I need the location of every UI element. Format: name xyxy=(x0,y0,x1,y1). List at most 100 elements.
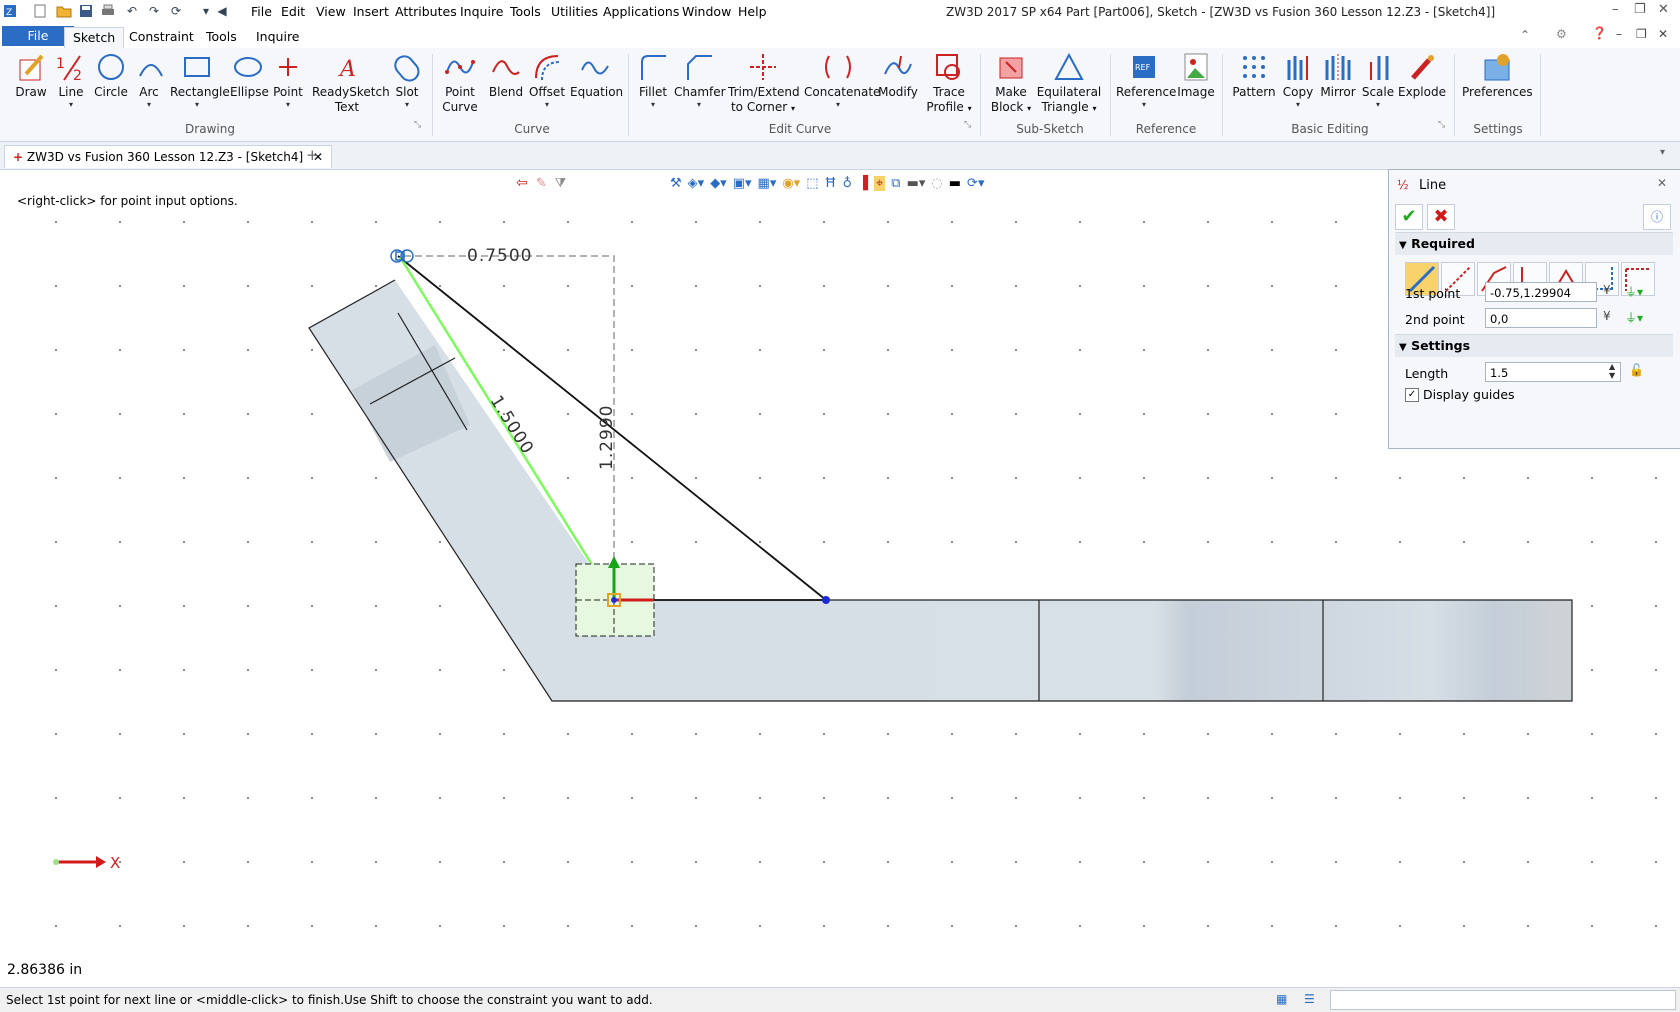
menu-insert[interactable]: Insert xyxy=(353,4,389,19)
mirror-button[interactable]: Mirror xyxy=(1318,52,1358,100)
document-tab[interactable]: + ZW3D vs Fusion 360 Lesson 12.Z3 - [Ske… xyxy=(4,145,333,168)
open-folder-icon[interactable] xyxy=(56,3,72,19)
circle-button[interactable]: Circle xyxy=(94,52,128,100)
dim-horizontal[interactable]: 0.7500 xyxy=(467,246,532,266)
point-button[interactable]: Point ▾ xyxy=(272,52,304,109)
first-point-options-icon[interactable]: ¥ xyxy=(1603,283,1611,297)
exit-sketch-icon[interactable]: ⇦ xyxy=(516,175,528,191)
menu-applications[interactable]: Applications xyxy=(603,4,679,19)
command-input[interactable] xyxy=(1330,990,1676,1010)
menu-window[interactable]: Window xyxy=(682,4,731,19)
line-style-icon[interactable]: ▬ xyxy=(949,176,961,191)
modify-button[interactable]: Modify xyxy=(878,52,918,100)
tab-sketch[interactable]: Sketch xyxy=(64,27,125,49)
trace-profile-button[interactable]: Trace Profile ▾ xyxy=(924,52,974,116)
fillet-button[interactable]: Fillet ▾ xyxy=(636,52,670,109)
layer-icon[interactable]: ⧉ xyxy=(891,176,900,191)
slot-button[interactable]: Slot ▾ xyxy=(392,52,422,109)
rectangle-button[interactable]: Rectangle ▾ xyxy=(170,52,230,109)
line-button[interactable]: 12 Line ▾ xyxy=(56,52,86,109)
copy-button[interactable]: Copy ▾ xyxy=(1280,52,1316,109)
undo-icon[interactable]: ↶ xyxy=(124,3,140,19)
edit-curve-settings-icon[interactable]: ⤡ xyxy=(964,120,971,130)
tab-tools[interactable]: Tools xyxy=(198,27,245,47)
image-button[interactable]: Image xyxy=(1176,52,1216,100)
chamfer-button[interactable]: Chamfer ▾ xyxy=(674,52,726,109)
equilateral-triangle-button[interactable]: Equilateral Triangle ▾ xyxy=(1036,52,1102,116)
reference-button[interactable]: REF Reference ▾ xyxy=(1116,52,1176,109)
constraint-toggle-icon[interactable]: ♁ xyxy=(842,176,852,191)
first-point-input[interactable]: -0.75,1.29904 xyxy=(1485,282,1597,302)
length-spinner[interactable]: ▲ ▼ xyxy=(1609,362,1615,380)
make-block-button[interactable]: Make Block ▾ xyxy=(990,52,1032,116)
tab-constraint[interactable]: Constraint xyxy=(121,27,202,47)
collapse-ribbon-icon[interactable]: ⌃ xyxy=(1520,28,1530,42)
length-input[interactable]: 1.5 xyxy=(1485,362,1621,382)
menu-utilities[interactable]: Utilities xyxy=(551,4,598,19)
scale-button[interactable]: Scale ▾ xyxy=(1360,52,1396,109)
tab-inquire[interactable]: Inquire xyxy=(248,27,308,47)
trim-extend-button[interactable]: Trim/Extend to Corner ▾ xyxy=(728,52,800,116)
menu-inquire[interactable]: Inquire xyxy=(460,4,504,19)
menu-attributes[interactable]: Attributes xyxy=(395,4,457,19)
help-icon[interactable]: ❓ xyxy=(1592,26,1607,40)
cancel-button[interactable]: ✖ xyxy=(1427,204,1455,230)
new-file-icon[interactable] xyxy=(32,3,48,19)
menu-tools[interactable]: Tools xyxy=(510,4,541,19)
readysketch-text-button[interactable]: A ReadySketch Text xyxy=(312,52,390,115)
tab-list-icon[interactable]: ▾ xyxy=(1660,147,1665,158)
back-arrow-icon[interactable]: ◀ xyxy=(214,3,230,19)
fit-icon[interactable]: ⬚ xyxy=(806,176,818,191)
grid-icon[interactable]: ▦▾ xyxy=(758,176,777,191)
spin-icon[interactable]: ⟳ xyxy=(168,3,184,19)
first-point-pick-icon[interactable]: ⏚▾ xyxy=(1625,283,1643,300)
status-list-icon[interactable]: ☰ xyxy=(1304,992,1315,1006)
section-icon[interactable]: ◌ xyxy=(931,176,942,191)
display-guides-checkbox[interactable]: ✓ xyxy=(1405,388,1419,402)
offset-button[interactable]: Offset ▾ xyxy=(528,52,566,109)
quick-access-dropdown-icon[interactable]: ▾ xyxy=(198,3,214,19)
print-icon[interactable] xyxy=(100,3,116,19)
eraser-icon[interactable]: ✎ xyxy=(536,176,547,191)
render-icon[interactable]: ▬▾ xyxy=(907,176,926,191)
view-cube-icon[interactable]: ◈▾ xyxy=(688,176,705,191)
second-point-input[interactable]: 0,0 xyxy=(1485,308,1597,328)
draw-button[interactable]: Draw xyxy=(14,52,48,100)
ellipse-button[interactable]: Ellipse xyxy=(230,52,269,100)
lock-icon[interactable]: 🔓 xyxy=(1629,363,1644,377)
minimize-icon[interactable]: – xyxy=(1612,2,1619,17)
blend-button[interactable]: Blend xyxy=(488,52,524,100)
shading-icon[interactable]: ◆▾ xyxy=(710,176,727,191)
basic-editing-settings-icon[interactable]: ⤡ xyxy=(1438,120,1445,130)
status-view-icon[interactable]: ▦ xyxy=(1276,992,1287,1006)
panel-close-icon[interactable]: ✕ xyxy=(1657,176,1667,190)
dimension-toggle-icon[interactable]: Ħ xyxy=(825,176,837,191)
explode-button[interactable]: Explode xyxy=(1398,52,1446,100)
doc-restore-icon[interactable]: ❐ xyxy=(1636,27,1647,41)
arc-button[interactable]: Arc ▾ xyxy=(136,52,163,109)
settings-section-header[interactable]: ▼ Settings xyxy=(1395,334,1673,357)
close-window-icon[interactable]: ✕ xyxy=(1658,2,1669,17)
equation-button[interactable]: Equation xyxy=(570,52,623,100)
snap-icon[interactable]: ◉▾ xyxy=(782,176,800,191)
magic-wand-icon[interactable]: ⚒ xyxy=(670,176,682,191)
save-icon[interactable] xyxy=(78,3,94,19)
second-point-options-icon[interactable]: ¥ xyxy=(1603,309,1611,323)
menu-edit[interactable]: Edit xyxy=(281,4,305,19)
menu-help[interactable]: Help xyxy=(738,4,767,19)
preferences-button[interactable]: Preferences xyxy=(1462,52,1533,100)
concatenate-button[interactable]: Concatenate ▾ xyxy=(804,52,880,109)
color-icon[interactable]: ▐ xyxy=(858,176,868,191)
point-curve-button[interactable]: Point Curve xyxy=(440,52,480,115)
doc-minimize-icon[interactable]: – xyxy=(1616,27,1622,41)
rotate-view-icon[interactable]: ⟳▾ xyxy=(967,176,984,191)
filter-icon[interactable]: ⧩ xyxy=(555,176,567,191)
menu-file[interactable]: File xyxy=(251,4,272,19)
dim-vertical[interactable]: 1.2990 xyxy=(597,405,617,470)
redo-icon[interactable]: ↷ xyxy=(146,3,162,19)
endpoint-dot[interactable] xyxy=(822,596,830,604)
second-point-pick-icon[interactable]: ⏚▾ xyxy=(1625,309,1643,326)
display-mode-icon[interactable]: ▣▾ xyxy=(733,176,752,191)
pattern-button[interactable]: Pattern xyxy=(1232,52,1276,100)
ok-button[interactable]: ✔ xyxy=(1395,204,1423,230)
